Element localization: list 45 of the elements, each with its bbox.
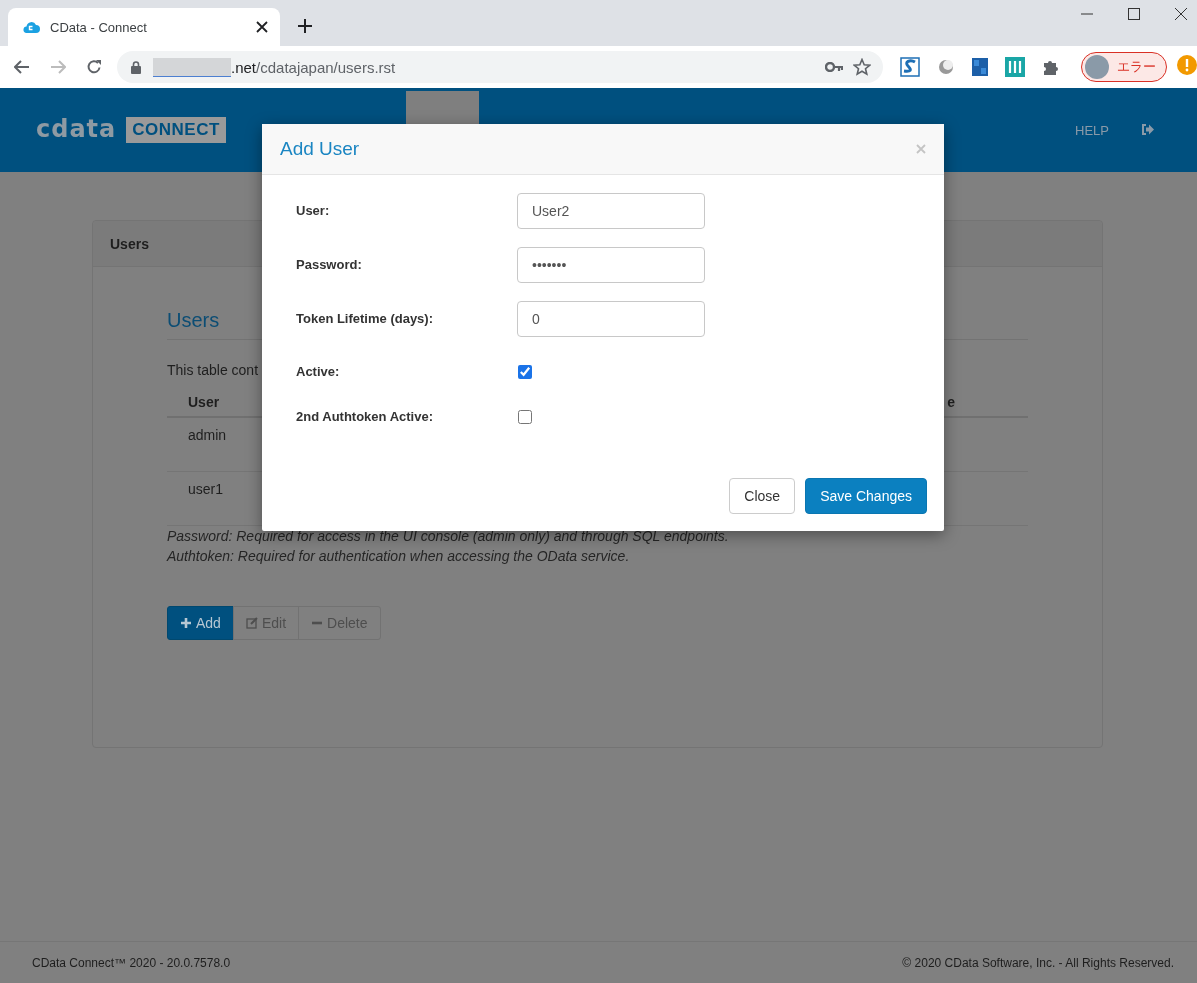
profile-button[interactable]: エラー [1081,52,1167,82]
description-text: This table cont [167,362,259,378]
checkbox[interactable] [518,365,532,379]
logo-badge: CONNECT [126,117,226,143]
extension-icon[interactable] [900,57,920,77]
bars-icon[interactable] [1005,57,1025,77]
table-cell: user1 [188,481,224,497]
column-header: User [188,394,220,410]
maximize-icon[interactable] [1128,8,1140,20]
field-label: Active: [296,363,341,381]
cloud-icon [22,20,40,34]
note-text: Authtoken: Required for authentication when accessing the OData service. [167,547,631,566]
back-icon[interactable] [14,60,30,74]
field-label: User: [296,202,331,220]
close-icon[interactable] [256,21,268,33]
browser-tab[interactable]: CData - Connect [8,8,280,46]
plus-icon [180,617,192,629]
input-field[interactable]: User2 [517,193,705,229]
logo-wordmark: cdata [36,114,117,143]
input-field[interactable]: 0 [517,301,705,337]
version-text: CData Connect™ 2020 - 20.0.7578.0 [32,955,231,970]
field-label: Token Lifetime (days): [296,310,434,328]
address-bar[interactable]: .net/cdatajapan/users.rst [117,51,883,83]
close-icon[interactable] [1175,8,1187,20]
column-header: e [947,394,955,410]
save-button[interactable]: Save Changes [805,478,927,514]
field-label: 2nd Authtoken Active: [296,408,434,426]
key-icon[interactable] [825,62,843,72]
logout-icon[interactable] [1141,124,1154,135]
pencil-icon [245,617,258,629]
lock-icon [131,60,141,74]
puzzle-icon[interactable] [1042,58,1060,76]
avatar [1085,55,1109,79]
copyright-text: © 2020 CData Software, Inc. - All Rights Reserved. [902,955,1174,970]
input-field[interactable]: ••••••• [517,247,705,283]
dialog-title: Add User [280,138,361,160]
reload-icon[interactable] [86,59,102,75]
note-text: Password: Required for access in the UI console (admin only) and through SQL endpoints. [167,527,730,546]
plus-icon[interactable] [298,19,312,33]
table-cell: admin [188,427,227,443]
close-button[interactable]: Close [729,478,796,514]
url-text[interactable]: .net/cdatajapan/users.rst [231,58,815,76]
star-icon[interactable] [853,58,871,76]
checkbox[interactable] [518,410,532,424]
add-button[interactable]: Add [167,606,234,640]
